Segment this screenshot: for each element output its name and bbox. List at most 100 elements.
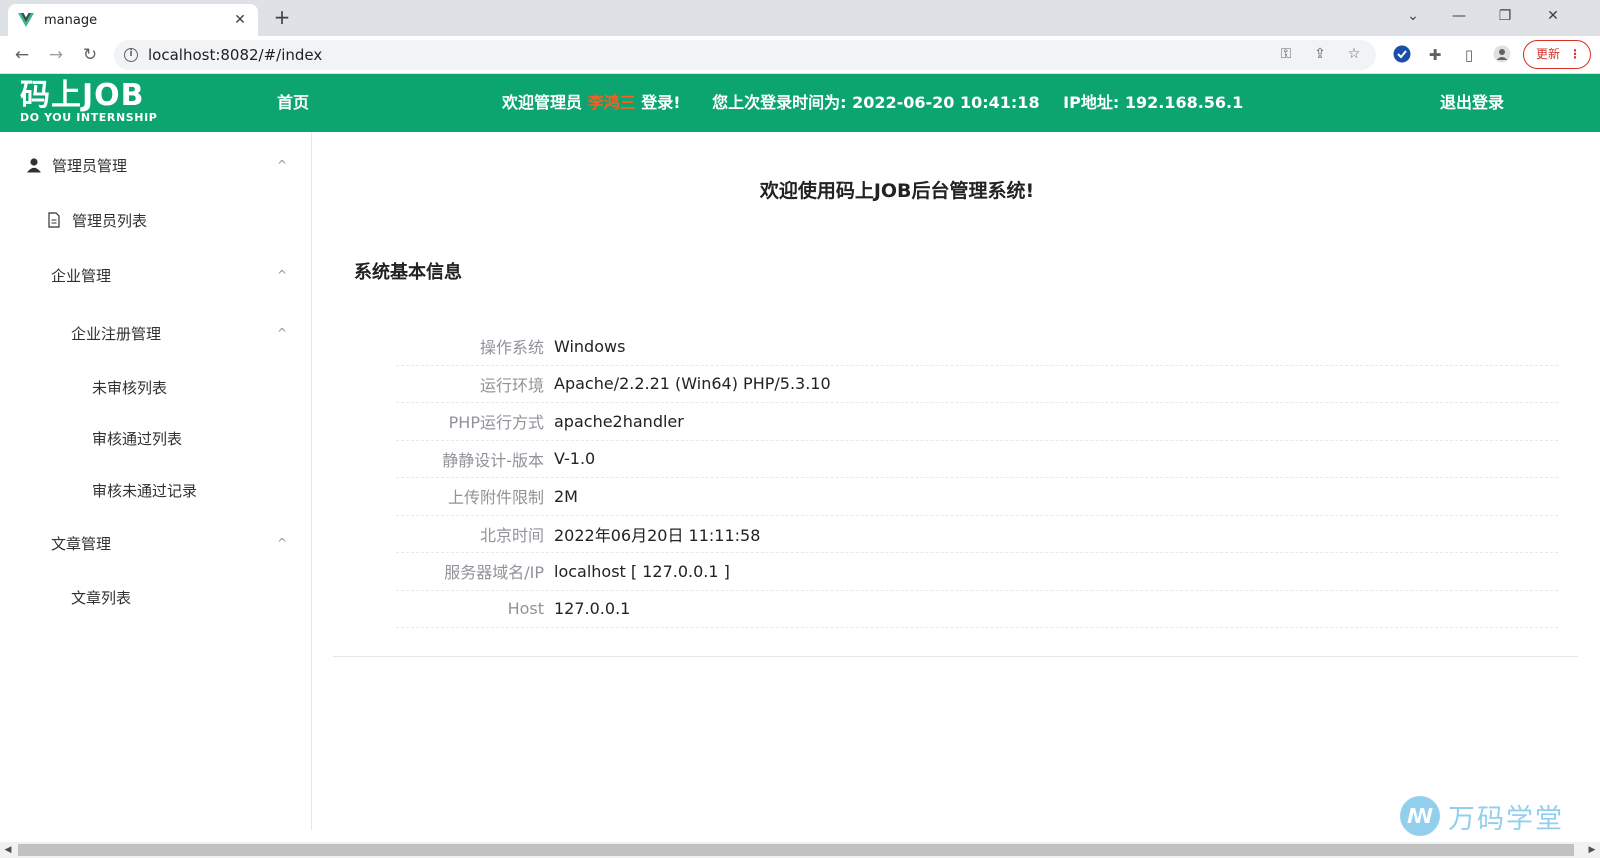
close-tab-icon[interactable]: ✕: [232, 12, 248, 28]
info-value: 2M: [554, 486, 578, 506]
info-value: 2022年06月20日 11:11:58: [554, 525, 761, 545]
puzzle-extensions-icon[interactable]: ✚: [1425, 45, 1445, 65]
info-label: 操作系统: [479, 338, 544, 358]
url-text[interactable]: localhost:8082/#/index: [148, 46, 322, 64]
key-icon[interactable]: ⚿: [1278, 46, 1294, 62]
sidebar-item-label: 文章管理: [51, 534, 112, 553]
sidebar-item-company-management[interactable]: 企业管理 ^: [0, 250, 311, 300]
ip-label: IP地址:: [1063, 93, 1120, 112]
logo[interactable]: 码上JOB DO YOU INTERNSHIP: [20, 80, 180, 126]
info-label: Host: [507, 599, 544, 619]
scroll-right-icon[interactable]: ▶: [1584, 842, 1600, 858]
scroll-left-icon[interactable]: ◀: [0, 842, 16, 858]
sidebar-item-label: 管理员列表: [72, 211, 148, 230]
info-value: 127.0.0.1: [554, 599, 631, 619]
sidebar-item-label: 管理员管理: [52, 156, 128, 175]
info-row: PHP运行方式 apache2handler: [396, 403, 1558, 441]
update-button[interactable]: 更新 ⋮: [1523, 40, 1591, 69]
sidebar-item-label: 文章列表: [71, 588, 132, 607]
new-tab-button[interactable]: +: [270, 6, 294, 30]
info-row: 静静设计-版本 V-1.0: [396, 441, 1558, 478]
minimize-icon[interactable]: —: [1436, 0, 1482, 32]
document-icon: [48, 212, 60, 228]
info-value: localhost [ 127.0.0.1 ]: [554, 561, 730, 581]
welcome-prefix: 欢迎管理员: [502, 93, 583, 112]
browser-toolbar: ← → ↻ i localhost:8082/#/index ⚿ ⇪ ☆ ✚ ▯…: [0, 36, 1600, 74]
section-title: 系统基本信息: [354, 262, 462, 283]
address-bar[interactable]: i localhost:8082/#/index ⚿ ⇪ ☆: [114, 40, 1376, 70]
sidebar-item-label: 企业管理: [51, 266, 112, 285]
logo-main-text: 码上JOB: [20, 78, 145, 113]
info-label: 服务器域名/IP: [444, 563, 544, 583]
sidebar-item-company-registration[interactable]: 企业注册管理 ^: [0, 308, 311, 358]
chevron-up-icon: ^: [276, 268, 287, 282]
sidebar-item-article-management[interactable]: 文章管理 ^: [0, 518, 311, 568]
profile-avatar-icon[interactable]: [1492, 45, 1512, 65]
extension-check-icon[interactable]: [1392, 45, 1412, 65]
more-menu-icon[interactable]: ⋮: [1569, 41, 1581, 68]
reload-icon[interactable]: ↻: [77, 42, 103, 68]
sidebar-item-approved-list[interactable]: 审核通过列表: [0, 413, 311, 463]
watermark-logo-icon: ꟿ: [1400, 796, 1440, 836]
welcome-message: 欢迎管理员 李鸿三 登录! 您上次登录时间为: 2022-06-20 10:41…: [502, 74, 1243, 132]
sidebar-item-label: 审核未通过记录: [92, 481, 198, 500]
scrollbar-thumb[interactable]: [18, 844, 1574, 856]
sidebar-item-rejected-records[interactable]: 审核未通过记录: [0, 465, 311, 515]
logo-sub-text: DO YOU INTERNSHIP: [20, 111, 158, 124]
ip-value: 192.168.56.1: [1124, 93, 1244, 112]
page-title: 欢迎使用码上JOB后台管理系统!: [759, 180, 1035, 202]
info-value: Apache/2.2.21 (Win64) PHP/5.3.10: [554, 374, 831, 394]
info-row: Host 127.0.0.1: [396, 591, 1558, 628]
sidebar-item-pending-list[interactable]: 未审核列表: [0, 362, 311, 412]
sidebar-item-admin-management[interactable]: 管理员管理 ^: [0, 140, 311, 190]
sidebar-item-label: 审核通过列表: [92, 429, 183, 448]
browser-tab[interactable]: manage ✕: [8, 4, 258, 36]
chevron-up-icon: ^: [276, 326, 287, 340]
last-login-label: 您上次登录时间为:: [712, 93, 847, 112]
user-icon: [27, 158, 41, 173]
browser-tab-bar: manage ✕ + ⌄ — ❐ ✕: [0, 0, 1600, 36]
info-label: 上传附件限制: [447, 488, 544, 508]
info-value: apache2handler: [554, 411, 684, 431]
sidebar-item-label: 企业注册管理: [71, 324, 162, 343]
vue-logo-icon: [18, 13, 34, 27]
content-divider: [333, 656, 1578, 657]
main-content: 欢迎使用码上JOB后台管理系统! 系统基本信息 操作系统 Windows 运行环…: [312, 132, 1600, 830]
share-icon[interactable]: ⇪: [1312, 46, 1328, 62]
site-info-icon[interactable]: i: [124, 48, 138, 62]
info-value: Windows: [554, 336, 626, 356]
forward-arrow-icon[interactable]: →: [43, 42, 69, 68]
welcome-suffix: 登录!: [641, 93, 681, 112]
chevron-up-icon: ^: [276, 158, 287, 172]
watermark-text: 万码学堂: [1448, 803, 1564, 835]
horizontal-scrollbar[interactable]: ◀ ▶: [0, 842, 1600, 858]
info-row: 运行环境 Apache/2.2.21 (Win64) PHP/5.3.10: [396, 366, 1558, 403]
info-label: 北京时间: [479, 525, 544, 545]
watermark: ꟿ 万码学堂: [1400, 796, 1564, 836]
info-label: PHP运行方式: [448, 413, 544, 433]
last-login-time: 2022-06-20 10:41:18: [852, 93, 1040, 112]
update-label: 更新: [1536, 47, 1561, 61]
sidebar-item-admin-list[interactable]: 管理员列表: [0, 195, 311, 245]
side-panel-icon[interactable]: ▯: [1459, 45, 1479, 65]
star-bookmark-icon[interactable]: ☆: [1346, 46, 1362, 62]
info-row: 操作系统 Windows: [396, 328, 1558, 366]
system-info-table: 操作系统 Windows 运行环境 Apache/2.2.21 (Win64) …: [396, 328, 1558, 628]
info-value: V-1.0: [554, 449, 596, 469]
info-row: 上传附件限制 2M: [396, 478, 1558, 516]
app-header: 码上JOB DO YOU INTERNSHIP 首页 欢迎管理员 李鸿三 登录!…: [0, 74, 1600, 132]
sidebar-item-article-list[interactable]: 文章列表: [0, 572, 311, 622]
info-row: 北京时间 2022年06月20日 11:11:58: [396, 516, 1558, 553]
chevron-up-icon: ^: [276, 536, 287, 550]
info-label: 运行环境: [479, 375, 544, 395]
tab-title: manage: [44, 12, 98, 28]
back-arrow-icon[interactable]: ←: [9, 42, 35, 68]
tab-search-icon[interactable]: ⌄: [1390, 0, 1436, 32]
close-window-icon[interactable]: ✕: [1530, 0, 1576, 32]
sidebar: 管理员管理 ^ 管理员列表 企业管理 ^ 企业注册管理 ^ 未审核列表 审核通过…: [0, 132, 312, 830]
info-row: 服务器域名/IP localhost [ 127.0.0.1 ]: [396, 553, 1558, 591]
nav-home-link[interactable]: 首页: [277, 74, 309, 132]
restore-icon[interactable]: ❐: [1482, 0, 1528, 32]
logout-link[interactable]: 退出登录: [1440, 74, 1504, 132]
info-label: 静静设计-版本: [442, 450, 544, 470]
